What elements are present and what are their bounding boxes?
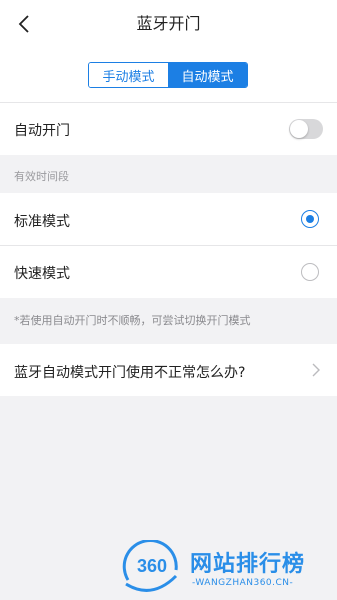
fast-mode-row[interactable]: 快速模式 bbox=[0, 246, 337, 298]
valid-period-section-label: 有效时间段 bbox=[14, 170, 69, 183]
tab-auto-mode[interactable]: 自动模式 bbox=[168, 63, 247, 87]
mode-switch-container: 手动模式 自动模式 bbox=[0, 48, 337, 102]
360-logo-icon: 360 bbox=[122, 540, 178, 592]
page-title: 蓝牙开门 bbox=[136, 14, 201, 33]
mode-segmented-control: 手动模式 自动模式 bbox=[88, 62, 248, 88]
site-watermark: 360 网站排行榜 -WANGZHAN360.CN- bbox=[122, 540, 332, 596]
chevron-right-icon bbox=[312, 363, 320, 377]
standard-mode-row[interactable]: 标准模式 bbox=[0, 193, 337, 245]
logo-text: 360 bbox=[137, 556, 167, 576]
fast-mode-label: 快速模式 bbox=[14, 266, 70, 282]
watermark-title: 网站排行榜 bbox=[190, 552, 306, 577]
faq-label: 蓝牙自动模式开门使用不正常怎么办? bbox=[14, 365, 246, 381]
auto-open-label: 自动开门 bbox=[14, 123, 70, 139]
top-bar: 蓝牙开门 bbox=[0, 0, 337, 48]
auto-open-row: 自动开门 bbox=[0, 103, 337, 155]
fast-mode-radio[interactable] bbox=[301, 263, 319, 281]
faq-row[interactable]: 蓝牙自动模式开门使用不正常怎么办? bbox=[0, 344, 337, 396]
watermark-subtitle: -WANGZHAN360.CN- bbox=[192, 578, 294, 588]
auto-open-toggle[interactable] bbox=[289, 119, 323, 139]
standard-mode-label: 标准模式 bbox=[14, 214, 70, 230]
standard-mode-radio[interactable] bbox=[301, 210, 319, 228]
mode-hint-text: *若使用自动开门时不顺畅，可尝试切换开门模式 bbox=[14, 314, 251, 327]
tab-manual-mode[interactable]: 手动模式 bbox=[89, 63, 168, 87]
toggle-knob bbox=[290, 120, 308, 138]
